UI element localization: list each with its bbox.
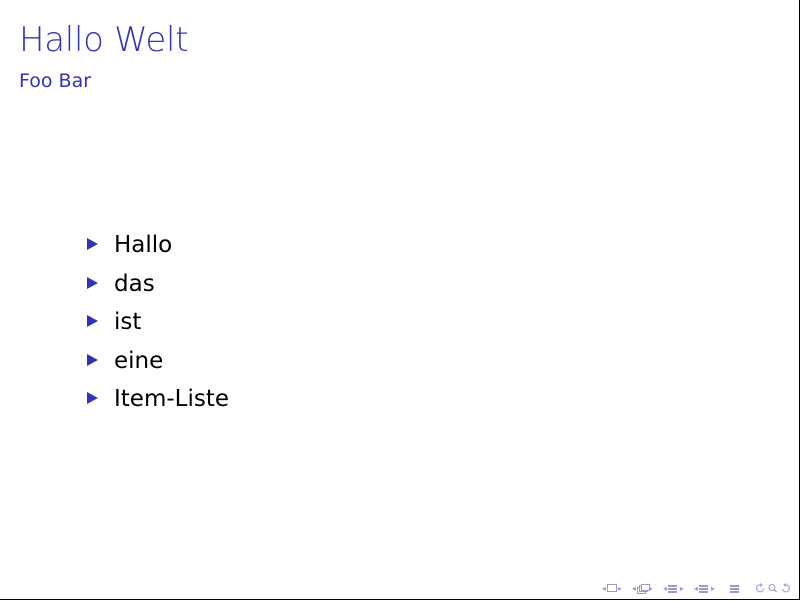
list-item: Hallo — [87, 226, 229, 265]
subsubsection-prev-icon[interactable]: ◂ — [694, 584, 698, 593]
frame-prev-icon[interactable]: ◂ — [602, 584, 606, 593]
subsubsection-icon[interactable] — [698, 584, 710, 593]
subsection-nav: ◂ ▸ — [631, 583, 654, 594]
slide-title: Hallo Welt — [19, 20, 189, 60]
section-icon[interactable] — [667, 584, 679, 593]
list-item-text: Item-Liste — [114, 386, 230, 413]
slide-subtitle: Foo Bar — [19, 70, 92, 92]
triangle-bullet-icon — [87, 276, 98, 289]
section-prev-icon[interactable]: ◂ — [663, 584, 667, 593]
list-item-text: Hallo — [114, 232, 173, 259]
list-item-text: eine — [114, 347, 164, 374]
list-item: eine — [87, 342, 229, 381]
subsubsection-next-icon[interactable]: ▸ — [711, 584, 715, 593]
frame-nav: ◂ ▸ — [601, 584, 623, 593]
list-item-text: das — [114, 270, 155, 297]
list-item-text: ist — [114, 309, 142, 336]
triangle-bullet-icon — [87, 315, 98, 328]
item-list: Hallo das ist eine Item-Liste — [87, 226, 229, 419]
section-next-icon[interactable]: ▸ — [680, 584, 684, 593]
list-item: Item-Liste — [87, 380, 229, 419]
beamer-navigation-bar: ◂ ▸ ◂ ▸ ◂ ▸ ◂ ▸ — [593, 583, 791, 594]
triangle-bullet-icon — [87, 353, 98, 366]
frame-next-icon[interactable]: ▸ — [618, 584, 622, 593]
frame-icon[interactable] — [606, 584, 617, 592]
list-item: das — [87, 265, 229, 304]
back-search-forward-icons[interactable] — [755, 583, 791, 593]
triangle-bullet-icon — [87, 238, 98, 251]
subsection-prev-icon[interactable]: ◂ — [632, 584, 636, 593]
list-item: ist — [87, 303, 229, 342]
subsection-icon[interactable] — [636, 583, 650, 594]
triangle-bullet-icon — [87, 392, 98, 405]
align-icon[interactable] — [730, 584, 741, 593]
subsubsection-nav: ◂ ▸ — [693, 584, 716, 593]
section-nav: ◂ ▸ — [662, 584, 685, 593]
align-nav — [730, 584, 741, 593]
history-nav — [755, 583, 791, 593]
